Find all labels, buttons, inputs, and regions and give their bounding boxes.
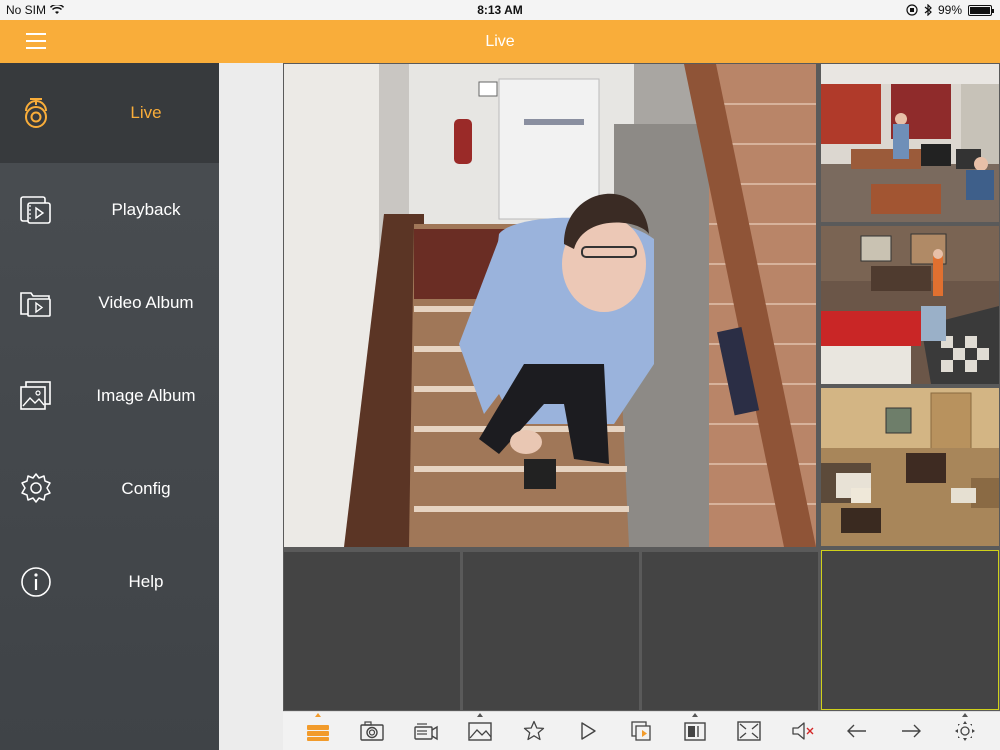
sidebar-item-image-album[interactable]: Image Album: [0, 349, 219, 442]
sidebar-item-label: Live: [130, 103, 162, 122]
status-time: 8:13 AM: [477, 3, 523, 17]
camera-feed-empty[interactable]: [284, 552, 460, 710]
toolbar: [283, 711, 1000, 750]
previous-button[interactable]: [842, 716, 872, 746]
sidebar-item-label: Image Album: [96, 385, 196, 405]
image-quality-button[interactable]: [465, 713, 495, 746]
bluetooth-icon: [924, 4, 932, 16]
snapshot-icon: [360, 721, 384, 741]
next-button[interactable]: [896, 716, 926, 746]
sidebar-item-label: Help: [128, 571, 164, 591]
split-layout-icon: [684, 722, 707, 741]
caret-icon: [962, 713, 969, 717]
playback-icon: [20, 195, 51, 224]
sidebar-item-help[interactable]: Help: [0, 535, 219, 628]
image-album-icon: [20, 380, 51, 410]
content-gutter: [219, 63, 283, 750]
page-title: Live: [485, 33, 515, 50]
battery-percent: 99%: [937, 3, 962, 17]
playback-toggle-icon: [631, 721, 652, 741]
camera-feed-stairway[interactable]: [284, 64, 816, 547]
sidebar-item-live[interactable]: Live: [0, 63, 219, 163]
playback-toggle-button[interactable]: [626, 716, 656, 746]
fullscreen-icon: [737, 721, 762, 741]
favorite-button[interactable]: [519, 716, 549, 746]
sidebar: Live Playback Video Album Image Album Co…: [0, 63, 219, 750]
caret-icon: [476, 713, 483, 717]
app-header: Live: [0, 20, 1000, 63]
orientation-lock-icon: [906, 4, 918, 16]
mute-button[interactable]: [788, 716, 818, 746]
sidebar-item-playback[interactable]: Playback: [0, 163, 219, 256]
previous-icon: [847, 724, 867, 738]
info-icon: [21, 566, 51, 597]
favorite-icon: [523, 720, 544, 741]
stairway-scene: [284, 64, 816, 547]
split-layout-button[interactable]: [680, 713, 710, 746]
camera-feed-lounge[interactable]: [821, 388, 999, 546]
camera-icon: [25, 98, 47, 128]
stream-select-button[interactable]: [303, 713, 333, 746]
sidebar-item-video-album[interactable]: Video Album: [0, 256, 219, 349]
fullscreen-button[interactable]: [734, 716, 764, 746]
gear-icon: [21, 472, 51, 503]
sidebar-item-label: Playback: [111, 199, 181, 219]
image-quality-icon: [468, 722, 492, 741]
camera-feed-empty[interactable]: [642, 552, 818, 710]
camera-feed-empty-selected[interactable]: [821, 550, 999, 710]
status-bar: No SIM 8:13 AM 99%: [0, 0, 1000, 20]
camera-feed-office[interactable]: [821, 64, 999, 222]
play-button[interactable]: [573, 716, 603, 746]
sidebar-item-label: Config: [121, 478, 171, 498]
camera-feed-lobby[interactable]: [821, 226, 999, 384]
camera-feed-empty[interactable]: [463, 552, 639, 710]
caret-icon: [692, 713, 699, 717]
record-icon: [414, 723, 438, 741]
status-right: 99%: [906, 3, 994, 17]
lobby-scene: [821, 226, 999, 384]
ptz-button[interactable]: [950, 713, 980, 746]
play-icon: [580, 722, 596, 740]
record-button[interactable]: [411, 716, 441, 746]
stream-select-icon: [306, 725, 329, 741]
sidebar-item-label: Video Album: [98, 292, 194, 312]
lounge-scene: [821, 388, 999, 546]
next-icon: [902, 724, 922, 738]
ptz-icon: [955, 721, 976, 741]
battery-icon: [968, 4, 994, 16]
office-scene: [821, 64, 999, 222]
caret-icon: [314, 713, 321, 717]
sidebar-item-config[interactable]: Config: [0, 442, 219, 535]
mute-icon: [792, 722, 814, 740]
snapshot-button[interactable]: [357, 716, 387, 746]
video-album-icon: [20, 291, 51, 317]
camera-grid: [283, 63, 1000, 711]
